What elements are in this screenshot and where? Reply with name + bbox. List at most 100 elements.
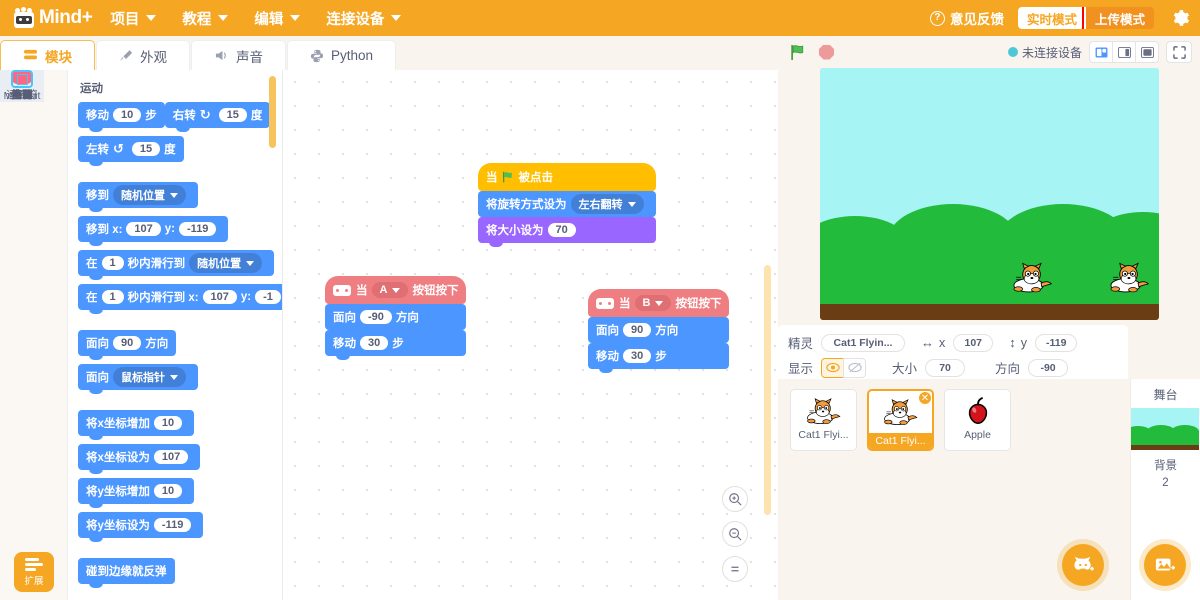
palette-block-set-x[interactable]: 将x坐标设为107 [78, 444, 200, 470]
tab-blocks[interactable]: 模块 [0, 40, 95, 70]
menu-project[interactable]: 项目 [110, 8, 156, 29]
block-input[interactable]: 30 [623, 349, 651, 363]
block-input[interactable]: 10 [113, 108, 141, 122]
normal-stage-icon[interactable] [1112, 41, 1136, 63]
stage-sprite-cat1[interactable] [1011, 262, 1055, 294]
add-backdrop-button[interactable] [1144, 544, 1186, 586]
add-extension-button[interactable]: 扩展 [14, 552, 54, 592]
category-item-Microbit[interactable]: Microbit [0, 70, 44, 102]
sprite-name-input[interactable]: Cat1 Flyin... [821, 334, 905, 352]
upload-mode-button[interactable]: 上传模式 [1086, 7, 1154, 29]
sprite-thumb-0[interactable]: Cat1 Flyi... [790, 389, 857, 451]
block-dropdown[interactable]: 随机位置 [113, 185, 186, 205]
block-input[interactable]: 107 [203, 290, 237, 304]
block-input[interactable]: -1 [255, 290, 281, 304]
script-block[interactable]: 面向-90方向 [325, 304, 466, 330]
palette-block-move-steps[interactable]: 移动10步 [78, 102, 165, 128]
block-dropdown[interactable]: B [635, 295, 672, 311]
tab-python[interactable]: Python [287, 40, 396, 70]
palette-block-change-x[interactable]: 将x坐标增加10 [78, 410, 194, 436]
block-input[interactable]: 107 [154, 450, 188, 464]
size-input[interactable]: 70 [925, 359, 965, 377]
delete-sprite-icon[interactable]: ✕ [917, 390, 933, 406]
block-input[interactable]: -90 [360, 310, 392, 324]
palette-scrollbar[interactable] [269, 76, 276, 148]
block-dropdown[interactable]: A [372, 282, 409, 298]
block-input[interactable]: 10 [154, 416, 182, 430]
palette-block-glide-xy[interactable]: 在1秒内滑行到 x:107y:-1 [78, 284, 283, 310]
tab-sounds[interactable]: 声音 [191, 40, 286, 70]
sprite-thumb-1[interactable]: ✕Cat1 Flyi... [867, 389, 934, 451]
script-block[interactable]: 当A按钮按下 [325, 276, 466, 304]
palette-block-goto[interactable]: 移到随机位置 [78, 182, 198, 208]
code-workspace[interactable]: 当被点击将旋转方式设为左右翻转将大小设为70当A按钮按下面向-90方向移动30步… [283, 70, 778, 600]
zoom-out-icon[interactable] [722, 521, 748, 547]
small-stage-icon[interactable] [1089, 41, 1113, 63]
workspace-scrollbar[interactable] [764, 265, 771, 515]
stage-sprite-cat2[interactable] [1108, 262, 1152, 294]
block-dropdown[interactable]: 左右翻转 [571, 194, 644, 214]
palette-block-turn-right[interactable]: 右转↻15度 [165, 102, 271, 128]
palette-block-set-y[interactable]: 将y坐标设为-119 [78, 512, 203, 538]
script-button-b[interactable]: 当B按钮按下面向90方向移动30步 [588, 289, 729, 369]
block-input[interactable]: 1 [102, 290, 124, 304]
add-sprite-button[interactable] [1062, 544, 1104, 586]
green-flag-icon[interactable] [790, 44, 807, 61]
script-block[interactable]: 将大小设为70 [478, 217, 656, 243]
block-input[interactable]: 30 [360, 336, 388, 350]
block-input[interactable]: 107 [126, 222, 160, 236]
palette-block-change-y[interactable]: 将y坐标增加10 [78, 478, 194, 504]
app-logo[interactable]: Mind+ [12, 7, 92, 29]
script-block[interactable]: 将旋转方式设为左右翻转 [478, 191, 656, 217]
script-block[interactable]: 当B按钮按下 [588, 289, 729, 317]
script-button-a[interactable]: 当A按钮按下面向-90方向移动30步 [325, 276, 466, 356]
feedback-button[interactable]: ? 意见反馈 [930, 8, 1004, 28]
palette-block-glide-to[interactable]: 在1秒内滑行到随机位置 [78, 250, 274, 276]
stage-selector-panel[interactable]: 舞台 背景 2 [1130, 379, 1200, 600]
x-input[interactable]: 107 [953, 334, 993, 352]
stage-thumbnail[interactable] [1131, 408, 1199, 450]
block-input[interactable]: -119 [154, 518, 191, 532]
palette-block-point-dir[interactable]: 面向90方向 [78, 330, 176, 356]
palette-block-point-towards[interactable]: 面向鼠标指针 [78, 364, 198, 390]
show-sprite-icon[interactable] [821, 358, 844, 378]
script-flag[interactable]: 当被点击将旋转方式设为左右翻转将大小设为70 [478, 163, 656, 243]
top-menu-bar: Mind+ 项目 教程 编辑 连接设备 ? 意见反馈 实时模式 上传模式 [0, 0, 1200, 36]
tab-costumes[interactable]: 外观 [96, 40, 190, 70]
fullscreen-icon[interactable] [1166, 41, 1192, 63]
palette-spacer [78, 318, 282, 330]
stage-canvas[interactable] [820, 68, 1159, 320]
block-dropdown[interactable]: 鼠标指针 [113, 367, 186, 387]
menu-edit-label: 编辑 [254, 8, 283, 29]
realtime-mode-button[interactable]: 实时模式 [1018, 7, 1086, 29]
palette-block-bounce[interactable]: 碰到边缘就反弹 [78, 558, 175, 584]
script-block[interactable]: 移动30步 [325, 330, 466, 356]
script-block[interactable]: 面向90方向 [588, 317, 729, 343]
y-input[interactable]: -119 [1035, 334, 1077, 352]
stop-icon[interactable] [819, 45, 834, 60]
script-block[interactable]: 移动30步 [588, 343, 729, 369]
block-palette[interactable]: 运动 移动10步右转↻15度左转↺15度移到随机位置移到 x:107y:-119… [68, 70, 283, 600]
block-input[interactable]: 1 [102, 256, 124, 270]
direction-input[interactable]: -90 [1028, 359, 1068, 377]
block-input[interactable]: 70 [548, 223, 576, 237]
block-input[interactable]: 90 [623, 323, 651, 337]
script-block[interactable]: 当被点击 [478, 163, 656, 191]
block-input[interactable]: 15 [219, 108, 247, 122]
zoom-reset-icon[interactable] [722, 556, 748, 582]
block-input[interactable]: 90 [113, 336, 141, 350]
block-dropdown[interactable]: 随机位置 [189, 253, 262, 273]
menu-tutorial[interactable]: 教程 [182, 8, 228, 29]
palette-block-goto-xy[interactable]: 移到 x:107y:-119 [78, 216, 228, 242]
settings-gear-icon[interactable] [1170, 8, 1190, 28]
menu-edit[interactable]: 编辑 [254, 8, 300, 29]
block-input[interactable]: 10 [154, 484, 182, 498]
hide-sprite-icon[interactable] [843, 358, 866, 378]
palette-block-turn-left[interactable]: 左转↺15度 [78, 136, 184, 162]
menu-connect-device[interactable]: 连接设备 [326, 8, 401, 29]
sprite-thumb-2[interactable]: Apple [944, 389, 1011, 451]
large-stage-icon[interactable] [1135, 41, 1159, 63]
zoom-in-icon[interactable] [722, 486, 748, 512]
block-input[interactable]: 15 [132, 142, 160, 156]
block-input[interactable]: -119 [179, 222, 216, 236]
